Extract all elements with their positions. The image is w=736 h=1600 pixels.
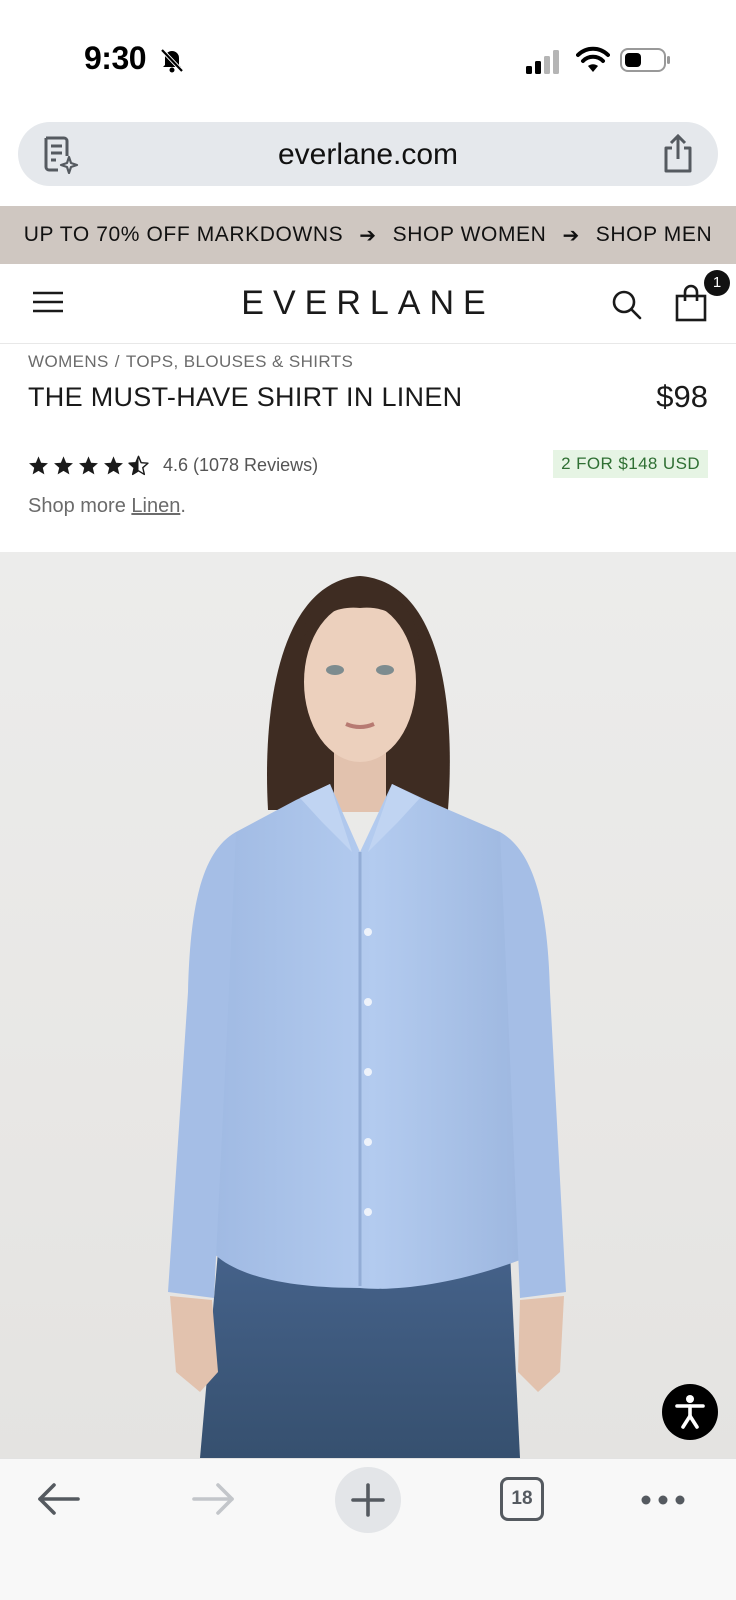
button [364, 1068, 372, 1076]
tabs-icon[interactable]: 18 [500, 1477, 544, 1521]
bell-slash-icon [160, 48, 184, 73]
url-text[interactable]: everlane.com [18, 138, 718, 172]
shop-more-suffix: . [180, 495, 186, 517]
cellular-signal-icon [526, 50, 559, 74]
site-header: EVERLANE 1 [0, 264, 736, 344]
star-full-icon [104, 455, 123, 474]
breadcrumb-separator: / [114, 352, 120, 371]
status-bar: 9:30 [0, 0, 736, 110]
browser-toolbar: 18 [0, 1458, 736, 1600]
battery-icon [620, 48, 670, 72]
shop-more-prefix: Shop more [28, 495, 132, 517]
new-tab-button[interactable] [335, 1467, 401, 1533]
shop-more-text: Shop more Linen. [28, 495, 186, 518]
breadcrumb: WOMENS / TOPS, BLOUSES & SHIRTS [28, 352, 353, 372]
more-icon[interactable] [640, 1485, 686, 1515]
plus-icon [351, 1483, 385, 1517]
eye-left [326, 665, 344, 675]
shop-more-linen-link[interactable]: Linen [131, 495, 180, 517]
star-full-icon [29, 455, 48, 474]
button [364, 1138, 372, 1146]
product-image[interactable] [0, 552, 736, 1458]
star-half-icon [128, 455, 149, 475]
star-full-icon [54, 455, 73, 474]
arrow-right-icon: ➔ [359, 224, 377, 247]
arrow-right-icon: ➔ [562, 224, 580, 247]
wifi-icon [576, 46, 610, 72]
breadcrumb-womens[interactable]: WOMENS [28, 352, 109, 371]
promo-markdowns-link[interactable]: UP TO 70% OFF MARKDOWNS [24, 223, 344, 247]
breadcrumb-tops[interactable]: TOPS, BLOUSES & SHIRTS [126, 352, 353, 371]
shopping-bag-icon[interactable] [674, 284, 708, 322]
forward-arrow-icon[interactable] [190, 1479, 236, 1519]
status-time: 9:30 [84, 40, 147, 76]
promo-shop-men-link[interactable]: SHOP MEN [596, 223, 712, 247]
search-icon[interactable] [610, 288, 642, 320]
address-bar[interactable]: everlane.com [18, 122, 718, 186]
eye-right [376, 665, 394, 675]
rating-row[interactable]: 4.6 (1078 Reviews) [28, 452, 318, 478]
rating-text[interactable]: 4.6 (1078 Reviews) [163, 455, 318, 476]
accessibility-icon [675, 1395, 705, 1429]
face [304, 602, 416, 762]
share-icon[interactable] [660, 134, 696, 174]
button [364, 1208, 372, 1216]
model-illustration [168, 576, 566, 1458]
hand-left [170, 1296, 218, 1392]
hand-right [518, 1296, 564, 1392]
cart-count-badge: 1 [704, 270, 730, 296]
promo-shop-women-link[interactable]: SHOP WOMEN [393, 223, 547, 247]
promo-banner: UP TO 70% OFF MARKDOWNS ➔ SHOP WOMEN ➔ S… [0, 206, 736, 264]
back-arrow-icon[interactable] [36, 1479, 82, 1519]
shirt [206, 784, 540, 1289]
button [364, 998, 372, 1006]
star-rating [28, 455, 149, 476]
deal-badge: 2 FOR $148 USD [553, 450, 708, 478]
button [364, 928, 372, 936]
product-price: $98 [656, 379, 708, 414]
accessibility-button[interactable] [662, 1384, 718, 1440]
star-full-icon [79, 455, 98, 474]
product-title: THE MUST-HAVE SHIRT IN LINEN [28, 382, 463, 412]
